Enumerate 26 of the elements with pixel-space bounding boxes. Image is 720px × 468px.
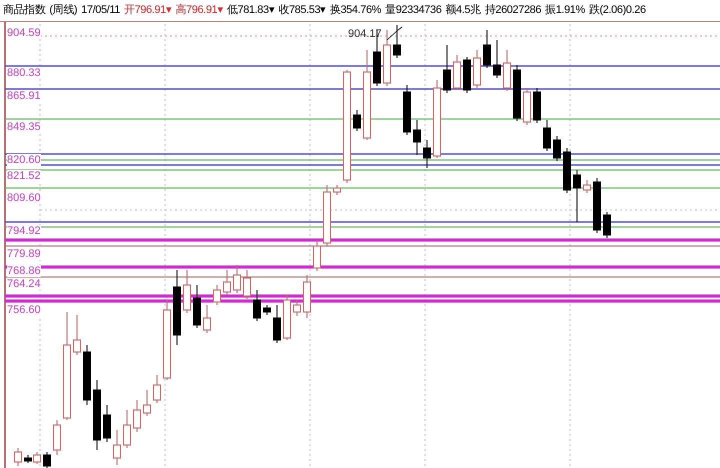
price-axis-label: 820.60 [7, 154, 41, 166]
price-axis-label: 764.24 [7, 278, 41, 290]
price-axis-label: 904.59 [7, 27, 41, 39]
quote-field: 低781.83▾ [226, 2, 274, 19]
price-axis-label: 865.91 [7, 90, 41, 102]
price-axis-label: 849.35 [7, 121, 41, 133]
quote-field: 换354.76% [330, 2, 382, 19]
quote-field: 高796.91▾ [175, 2, 223, 19]
price-axis-label: 768.86 [7, 265, 41, 277]
leader-line [386, 26, 402, 40]
quote-field: 量92334736 [385, 2, 442, 19]
date-label: 17/05/11 [81, 3, 120, 18]
price-axis-label: 756.60 [7, 304, 41, 316]
index-name: 商品指数 [3, 2, 46, 18]
quote-field: 额4.5兆 [445, 2, 481, 19]
quote-field: 振1.91% [545, 2, 585, 19]
quote-field: 跌(2.06)0.26 [588, 2, 646, 19]
price-axis-label: 779.89 [7, 248, 41, 260]
price-axis-label: 880.33 [7, 67, 41, 79]
price-axis-label: 809.60 [7, 192, 41, 204]
quote-field: 持26027286 [484, 2, 542, 19]
price-axis-label: 794.92 [7, 225, 41, 237]
price-axis-label: 821.52 [7, 170, 41, 182]
period-label: (周线) [49, 3, 78, 18]
quote-field: 开796.91▾ [124, 2, 172, 19]
quote-field: 收785.53▾ [278, 2, 326, 19]
